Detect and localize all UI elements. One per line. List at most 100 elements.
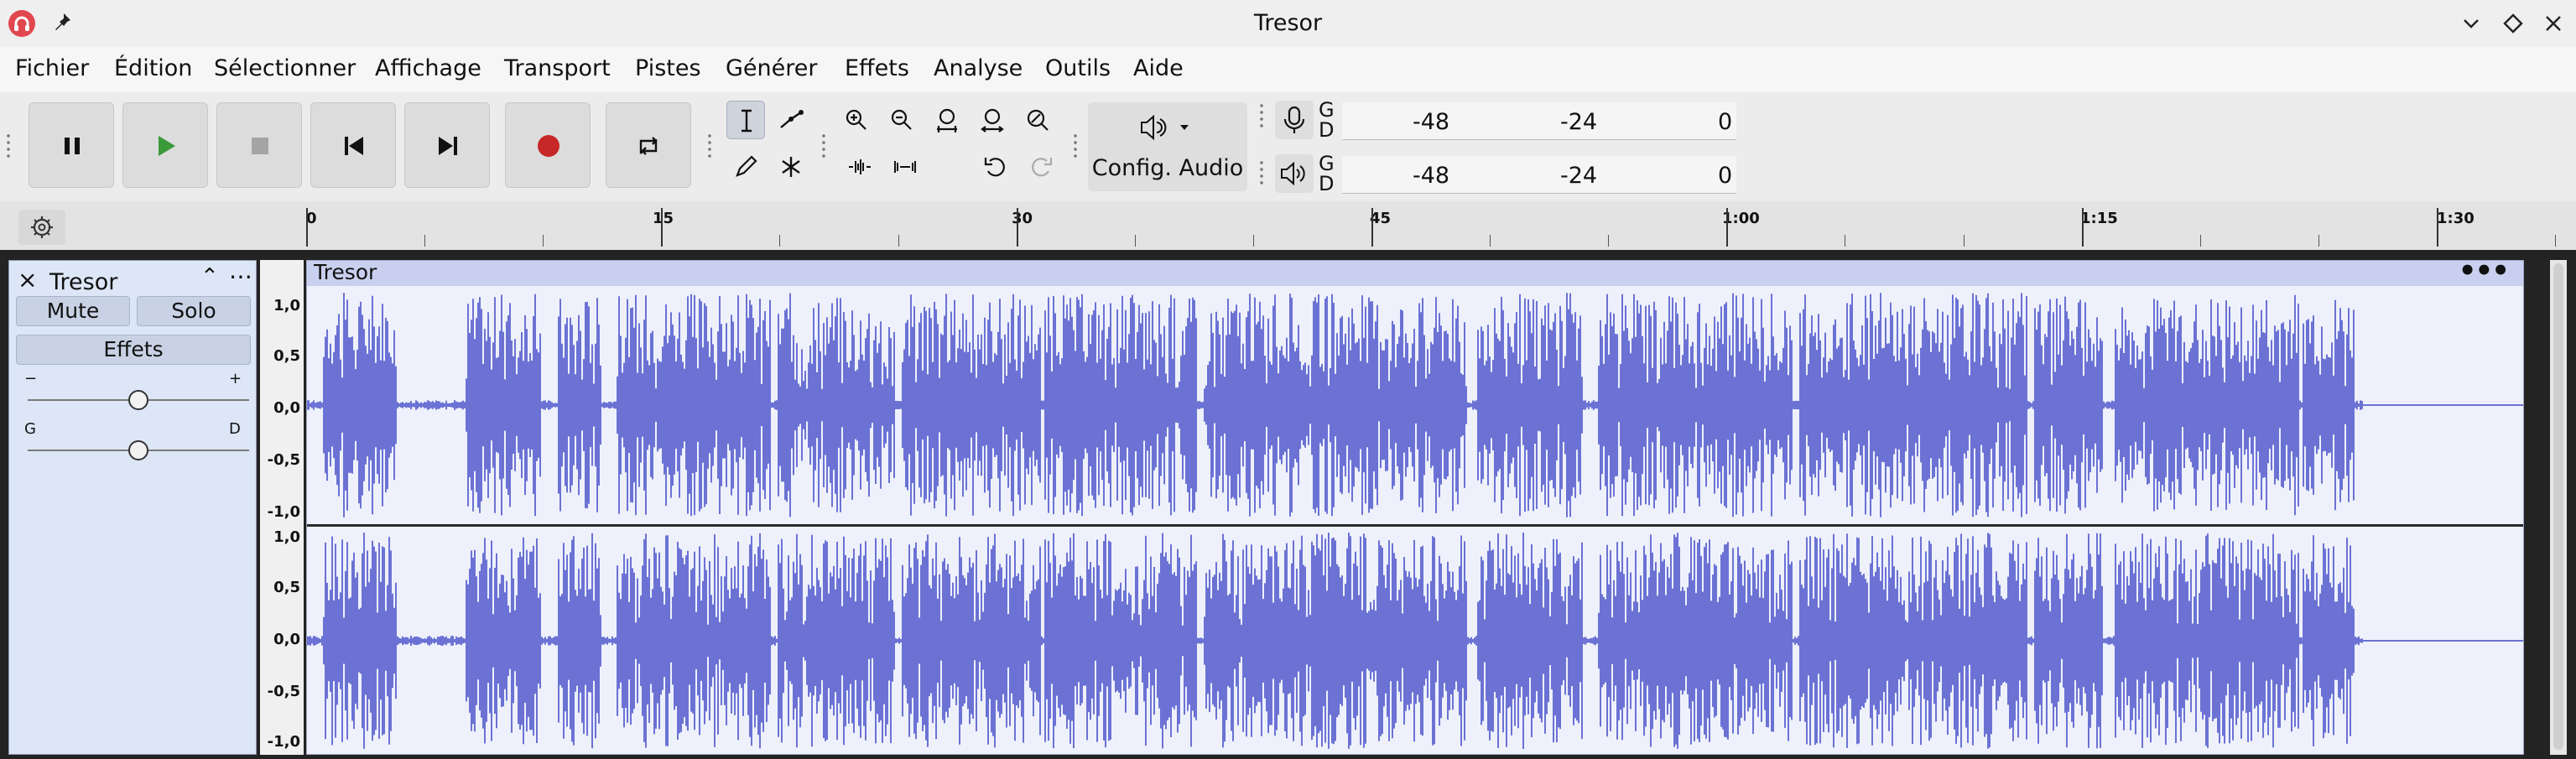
vertical-scrollbar[interactable]	[2550, 260, 2567, 755]
loop-button[interactable]	[606, 102, 691, 188]
record-button[interactable]	[505, 102, 591, 188]
scale-label: -1,0	[267, 733, 300, 751]
ruler-tick	[898, 235, 899, 247]
audio-setup-button[interactable]: Config. Audio	[1088, 102, 1247, 191]
skip-start-button[interactable]	[310, 102, 396, 188]
selection-tool[interactable]	[726, 101, 765, 139]
menu-fichier[interactable]: Fichier	[15, 55, 89, 81]
meter-tick: -48	[1413, 163, 1450, 189]
loop-icon	[639, 137, 658, 155]
window-title: Tresor	[1253, 10, 1323, 36]
ruler-label: 1:15	[2080, 210, 2118, 227]
skip-end-button[interactable]	[404, 102, 490, 188]
menu-edition[interactable]: Édition	[114, 55, 192, 81]
ruler-label: 1:30	[2437, 210, 2475, 227]
effects-button[interactable]: Effets	[16, 335, 251, 365]
trim-outside-button[interactable]	[840, 148, 879, 186]
record-meter-button[interactable]	[1275, 101, 1314, 139]
playback-meter[interactable]: G D -48 -24 0	[1275, 151, 1736, 196]
ruler-tick	[2555, 235, 2556, 247]
timeline-ruler[interactable]: 0 15 30 45 1:00 1:15 1:30	[306, 201, 2576, 250]
close-icon[interactable]	[2540, 10, 2567, 37]
fit-project-button[interactable]	[973, 101, 1012, 139]
scrollbar-thumb[interactable]	[2553, 263, 2563, 750]
track-menu-icon[interactable]: ⋯	[229, 263, 252, 290]
playback-meter-button[interactable]	[1275, 154, 1314, 193]
pause-button[interactable]	[29, 102, 114, 188]
menu-outils[interactable]: Outils	[1045, 55, 1111, 81]
waveform-left-channel[interactable]	[307, 288, 2523, 522]
zoom-fit-icon	[981, 108, 1004, 133]
solo-button[interactable]: Solo	[137, 296, 251, 326]
gain-slider-knob[interactable]	[128, 390, 148, 410]
menu-transport[interactable]: Transport	[504, 55, 611, 81]
timeline-ruler-area: 0 15 30 45 1:00 1:15 1:30	[0, 201, 2576, 252]
multi-tool[interactable]	[772, 148, 810, 186]
pause-icon	[65, 138, 80, 154]
meter-tick: -24	[1560, 109, 1598, 135]
menu-pistes[interactable]: Pistes	[635, 55, 701, 81]
audio-clip[interactable]: Tresor •••	[306, 254, 2524, 755]
draw-tool[interactable]	[726, 148, 765, 186]
edit-grip[interactable]	[820, 133, 827, 161]
asterisk-icon	[782, 157, 800, 177]
redo-button[interactable]	[1022, 148, 1060, 186]
stop-button[interactable]	[216, 102, 302, 188]
scale-label: 0,0	[273, 631, 300, 648]
mute-button[interactable]: Mute	[16, 296, 130, 326]
ruler-tick	[1964, 235, 1965, 247]
record-meter-grip[interactable]	[1258, 102, 1265, 131]
ruler-tick	[1253, 235, 1254, 247]
maximize-icon[interactable]	[2500, 10, 2527, 37]
zoom-in-button[interactable]	[837, 101, 876, 139]
ruler-tick	[2200, 235, 2201, 247]
zoom-toggle-button[interactable]	[1018, 101, 1057, 139]
ibeam-icon	[742, 109, 752, 133]
menu-affichage[interactable]: Affichage	[375, 55, 481, 81]
audio-grip[interactable]	[1072, 133, 1079, 161]
ruler-tick	[2082, 208, 2084, 247]
record-meter[interactable]: G D -48 -24 0	[1275, 97, 1736, 143]
scale-label: 1,0	[273, 297, 300, 315]
scale-label: -0,5	[267, 683, 300, 700]
tools-grip[interactable]	[706, 133, 713, 161]
menu-analyse[interactable]: Analyse	[934, 55, 1023, 81]
clip-header[interactable]: Tresor •••	[307, 254, 2523, 288]
pan-slider-knob[interactable]	[128, 440, 148, 460]
menu-generer[interactable]: Générer	[726, 55, 817, 81]
gain-slider[interactable]	[28, 390, 249, 410]
record-meter-scale: -48 -24 0	[1342, 102, 1736, 140]
playback-meter-grip[interactable]	[1258, 159, 1265, 188]
minimize-icon[interactable]	[2458, 10, 2485, 37]
clip-menu-icon[interactable]: •••	[2459, 254, 2510, 288]
menu-aide[interactable]: Aide	[1133, 55, 1184, 81]
fit-selection-button[interactable]	[928, 101, 966, 139]
track-name[interactable]: Tresor	[49, 269, 117, 295]
stop-icon	[252, 138, 268, 154]
toolbar-grip[interactable]	[5, 133, 12, 161]
meter-tick: 0	[1718, 109, 1733, 135]
track-area: × Tresor ⌃ ⋯ Mute Solo Effets − + G D 1,…	[0, 250, 2576, 759]
scale-label: 0,5	[273, 579, 300, 596]
menu-selectionner[interactable]: Sélectionner	[214, 55, 356, 81]
track-close-icon[interactable]: ×	[18, 266, 37, 294]
timeline-settings-button[interactable]	[18, 210, 65, 245]
ruler-tick	[543, 235, 544, 247]
clip-name[interactable]: Tresor	[314, 260, 377, 284]
ruler-tick	[1135, 235, 1136, 247]
speaker-icon	[1281, 161, 1305, 186]
envelope-tool[interactable]	[772, 101, 810, 139]
menu-bar: Fichier Édition Sélectionner Affichage T…	[0, 47, 2576, 92]
playback-meter-scale: -48 -24 0	[1342, 156, 1736, 194]
pan-right-label: D	[229, 420, 241, 438]
undo-button[interactable]	[976, 148, 1015, 186]
gain-plus-label: +	[229, 370, 242, 387]
pan-slider[interactable]	[28, 440, 249, 460]
collapse-icon[interactable]: ⌃	[200, 264, 219, 289]
zoom-out-button[interactable]	[882, 101, 921, 139]
menu-effets[interactable]: Effets	[845, 55, 909, 81]
waveform-right-channel[interactable]	[307, 528, 2523, 754]
gear-icon	[31, 216, 53, 238]
play-button[interactable]	[122, 102, 208, 188]
silence-selection-button[interactable]	[886, 148, 924, 186]
